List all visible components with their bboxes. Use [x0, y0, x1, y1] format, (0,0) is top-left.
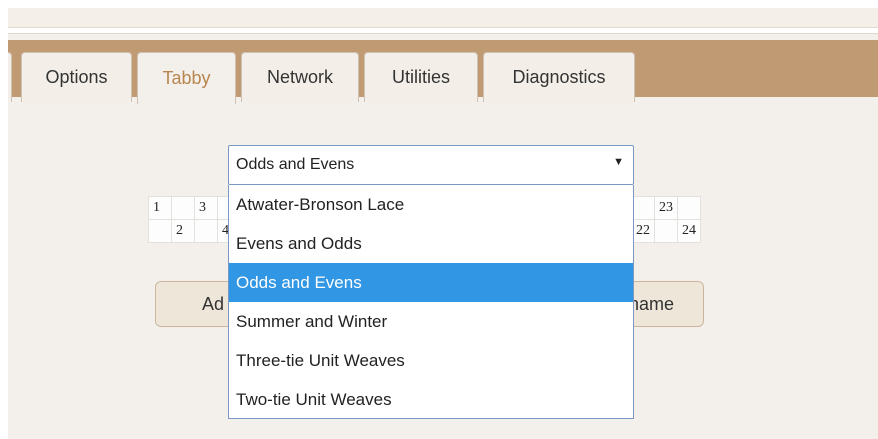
- option-two-tie-unit-weaves[interactable]: Two-tie Unit Weaves: [229, 380, 633, 419]
- option-atwater-bronson-lace[interactable]: Atwater-Bronson Lace: [229, 185, 633, 224]
- pattern-select-value: Odds and Evens: [236, 156, 355, 173]
- tab-tabby[interactable]: Tabby: [137, 52, 236, 104]
- grid-cell[interactable]: 24: [677, 219, 701, 243]
- main-panel: Options Tabby Network Utilities Diagnost…: [8, 33, 878, 439]
- dropdown-arrow-icon: ▼: [613, 156, 624, 168]
- grid-cell[interactable]: 3: [194, 196, 218, 220]
- tab-diagnostics[interactable]: Diagnostics: [483, 52, 635, 102]
- grid-cell[interactable]: [171, 196, 195, 220]
- tab-network[interactable]: Network: [241, 52, 359, 102]
- tab-stub: [8, 52, 12, 102]
- grid-cell[interactable]: 2: [171, 219, 195, 243]
- tab-utilities[interactable]: Utilities: [364, 52, 478, 102]
- option-evens-and-odds[interactable]: Evens and Odds: [229, 224, 633, 263]
- grid-cell[interactable]: 1: [148, 196, 172, 220]
- grid-cell[interactable]: [194, 219, 218, 243]
- grid-cell[interactable]: 23: [654, 196, 678, 220]
- top-strip: [8, 8, 878, 28]
- pattern-dropdown-list: Atwater-Bronson Lace Evens and Odds Odds…: [228, 185, 634, 419]
- tab-options[interactable]: Options: [21, 52, 132, 102]
- grid-cell[interactable]: [148, 219, 172, 243]
- tab-bar: Options Tabby Network Utilities Diagnost…: [8, 40, 878, 104]
- grid-cell[interactable]: [631, 196, 655, 220]
- option-summer-and-winter[interactable]: Summer and Winter: [229, 302, 633, 341]
- option-odds-and-evens[interactable]: Odds and Evens: [229, 263, 633, 302]
- grid-cell[interactable]: [654, 219, 678, 243]
- pattern-select[interactable]: Odds and Evens ▼: [228, 145, 634, 185]
- grid-cell[interactable]: [677, 196, 701, 220]
- option-three-tie-unit-weaves[interactable]: Three-tie Unit Weaves: [229, 341, 633, 380]
- grid-cell[interactable]: 22: [631, 219, 655, 243]
